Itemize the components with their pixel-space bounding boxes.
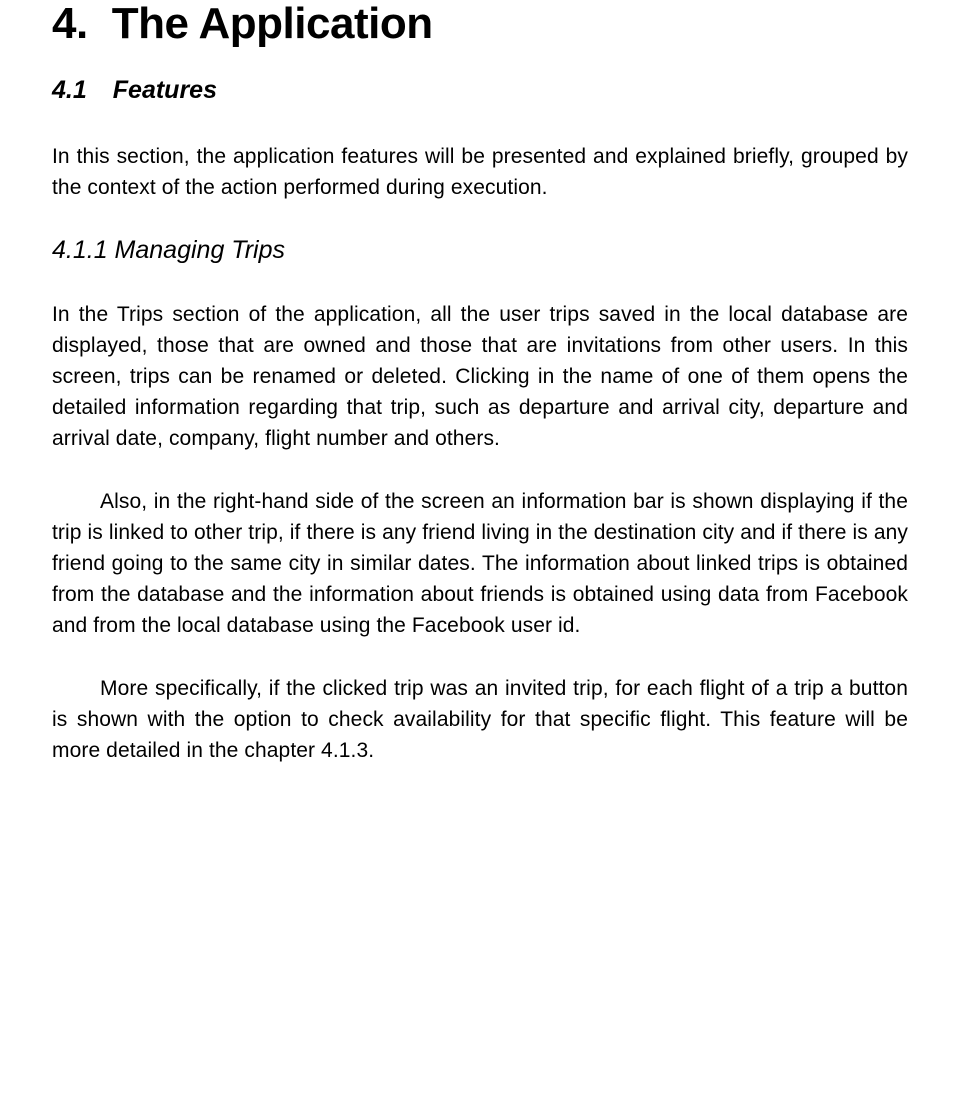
chapter-title: The Application <box>112 0 433 48</box>
body-paragraph: Also, in the right-hand side of the scre… <box>52 486 908 641</box>
section-title: Features <box>113 76 217 104</box>
body-paragraph: More specifically, if the clicked trip w… <box>52 673 908 766</box>
section-heading: 4.1 Features <box>52 76 908 105</box>
document-page: 4. The Application 4.1 Features In this se… <box>0 0 960 839</box>
section-number: 4.1 <box>52 76 87 104</box>
subsection-heading: 4.1.1 Managing Trips <box>52 236 908 265</box>
section-intro-paragraph: In this section, the application feature… <box>52 141 908 203</box>
chapter-heading: 4. The Application <box>52 0 908 48</box>
body-paragraph: In the Trips section of the application,… <box>52 299 908 454</box>
chapter-number: 4. <box>52 0 88 48</box>
